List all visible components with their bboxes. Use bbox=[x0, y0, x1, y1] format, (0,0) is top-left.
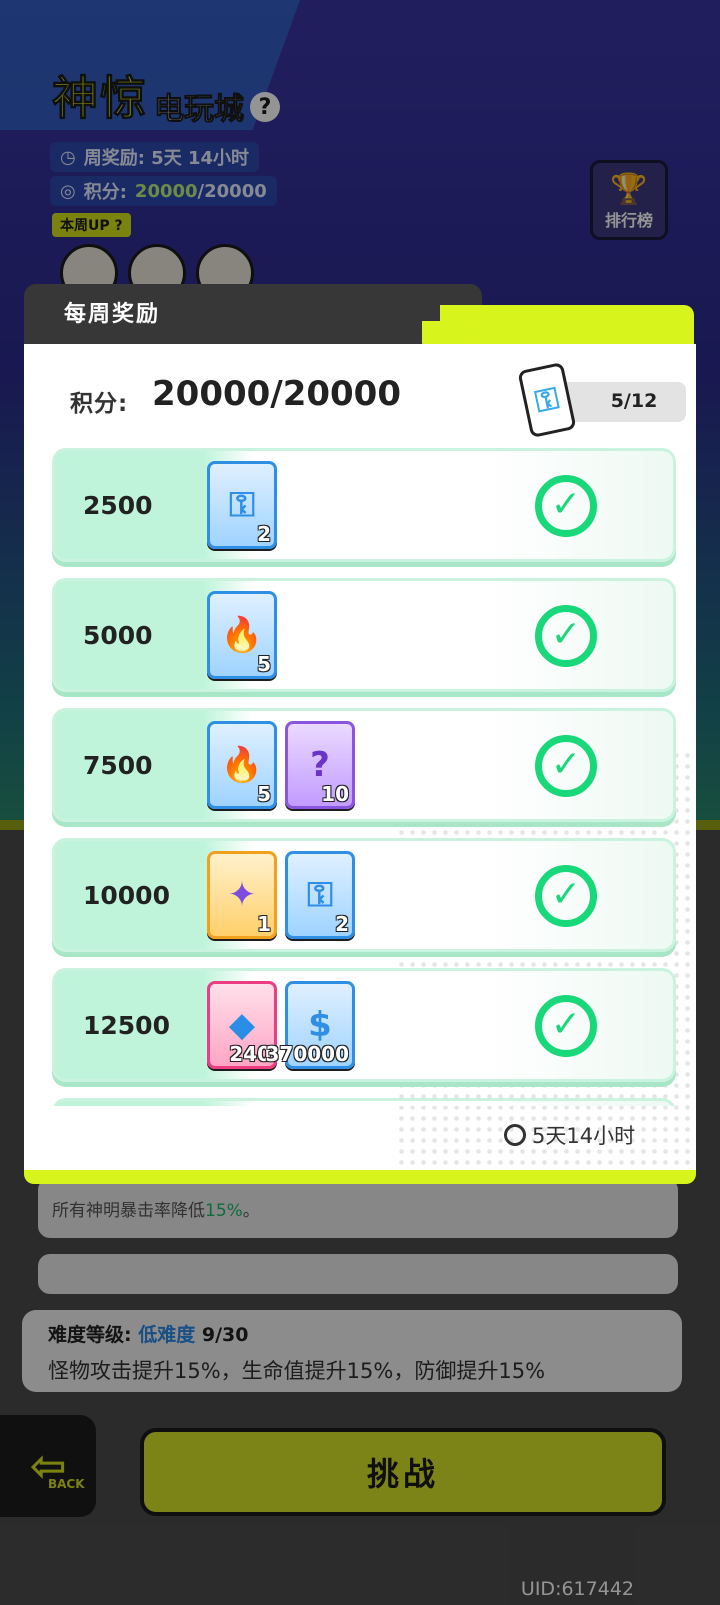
reward-quantity: 370000 bbox=[265, 1042, 350, 1066]
paint-drip bbox=[468, 324, 482, 342]
clock-icon bbox=[504, 1124, 526, 1146]
key-icon: ⚿ bbox=[229, 485, 255, 525]
diamond-icon: ◆ bbox=[228, 1005, 256, 1045]
ticket-icon: ✦ bbox=[227, 875, 257, 915]
cash-icon: $ bbox=[308, 1005, 332, 1045]
reward-list[interactable]: 2500 ⚿ 2 ✓ 5000 🔥 5 ✓ 7500 🔥 5? 10 ✓ 10000 ✦ 1 ⚿ 2 ✓ 12500 ◆… bbox=[52, 444, 678, 1106]
reward-row: 12500 ◆ 240 $370000 ✓ bbox=[52, 968, 676, 1082]
reward-threshold: 2500 bbox=[83, 491, 153, 520]
reward-item[interactable]: 🔥 5 bbox=[207, 721, 277, 809]
reset-timer-text: 5天14小时 bbox=[532, 1124, 636, 1148]
reward-quantity: 2 bbox=[335, 912, 349, 936]
reward-row: 5000 🔥 5 ✓ bbox=[52, 578, 676, 692]
claimed-check-icon: ✓ bbox=[535, 995, 597, 1057]
key-icon: ⚿ bbox=[517, 361, 577, 439]
claimed-check-icon: ✓ bbox=[535, 475, 597, 537]
blue-flame-icon: 🔥 bbox=[220, 615, 264, 655]
check-mark: ✓ bbox=[550, 1004, 582, 1045]
reward-row: 7500 🔥 5? 10 ✓ bbox=[52, 708, 676, 822]
reward-threshold: 5000 bbox=[83, 621, 153, 650]
reward-item[interactable]: $370000 bbox=[266, 981, 355, 1069]
check-mark: ✓ bbox=[550, 484, 582, 525]
reward-quantity: 5 bbox=[257, 782, 271, 806]
reset-timer: 5天14小时 bbox=[504, 1120, 635, 1150]
reward-row bbox=[52, 1098, 676, 1106]
blue-flame-icon: 🔥 bbox=[220, 745, 264, 785]
reward-threshold: 12500 bbox=[83, 1011, 170, 1040]
reward-item[interactable]: 🔥 5 bbox=[207, 591, 277, 679]
key-icon: ⚿ bbox=[307, 875, 333, 915]
reward-threshold: 7500 bbox=[83, 751, 153, 780]
reward-item[interactable]: ⚿ 2 bbox=[207, 461, 277, 549]
check-mark: ✓ bbox=[550, 744, 582, 785]
claimed-check-icon: ✓ bbox=[535, 735, 597, 797]
reward-quantity: 1 bbox=[257, 912, 271, 936]
reward-item[interactable]: ✦ 1 bbox=[207, 851, 277, 939]
reward-row: 10000 ✦ 1 ⚿ 2 ✓ bbox=[52, 838, 676, 952]
check-mark: ✓ bbox=[550, 614, 582, 655]
reward-quantity: 2 bbox=[257, 522, 271, 546]
reward-item[interactable]: ? 10 bbox=[285, 721, 355, 809]
check-mark: ✓ bbox=[550, 874, 582, 915]
claimed-check-icon: ✓ bbox=[535, 605, 597, 667]
claimed-check-icon: ✓ bbox=[535, 865, 597, 927]
reward-item[interactable]: ⚿ 2 bbox=[285, 851, 355, 939]
modal-title: 每周奖励 bbox=[64, 302, 161, 327]
reward-quantity: 10 bbox=[321, 782, 349, 806]
weekly-reward-modal: 积分: 20000/20000 ⚿ 5/12 2500 ⚿ 2 ✓ 5000 🔥 5 ✓ 750… bbox=[24, 344, 696, 1184]
score-value: 20000/20000 bbox=[152, 374, 401, 414]
reward-row: 2500 ⚿ 2 ✓ bbox=[52, 448, 676, 562]
key-count: 5/12 bbox=[610, 390, 658, 412]
score-label: 积分: bbox=[70, 391, 129, 417]
mystery-fragment-icon: ? bbox=[310, 745, 330, 785]
reward-quantity: 5 bbox=[257, 652, 271, 676]
reward-threshold: 10000 bbox=[83, 881, 170, 910]
